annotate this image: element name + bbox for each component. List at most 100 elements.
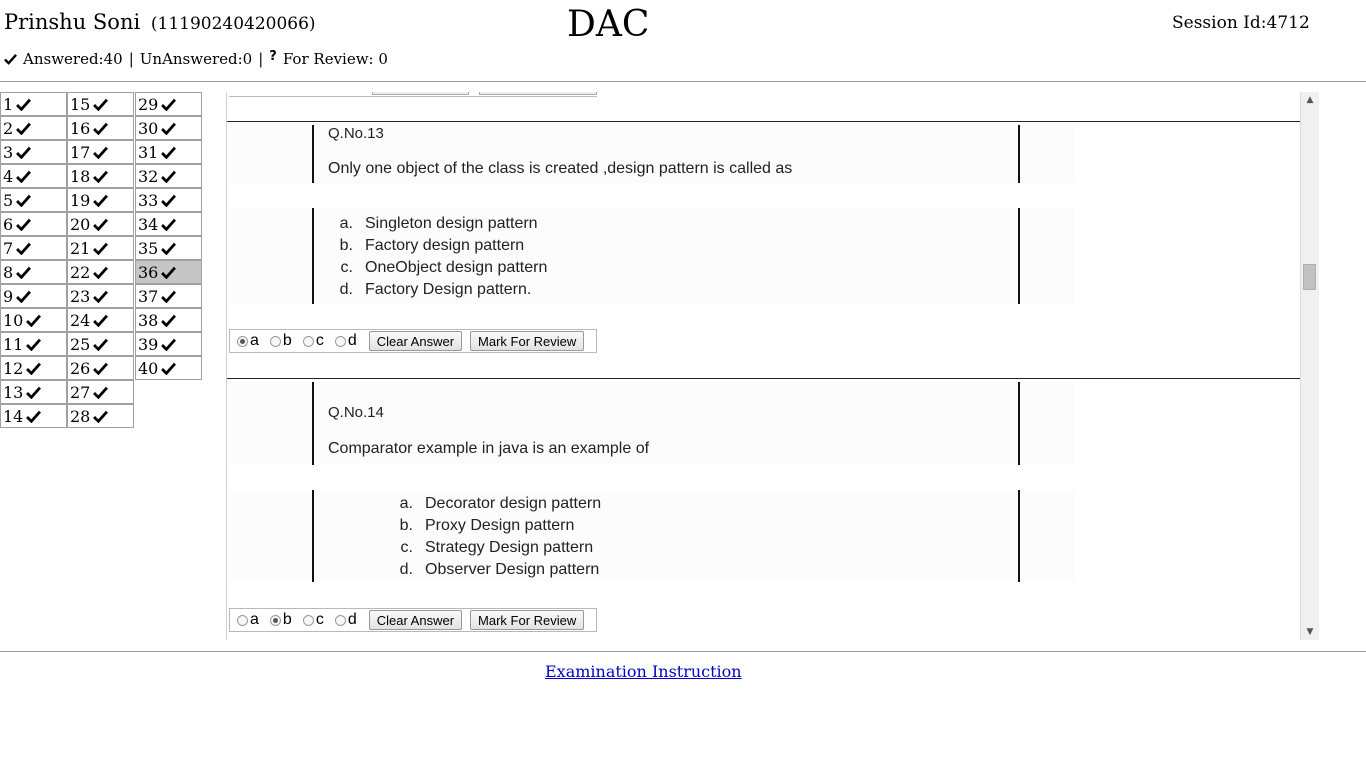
check-icon: [16, 98, 32, 111]
question-border-left: [312, 125, 314, 183]
radio-b[interactable]: [269, 614, 281, 626]
radio-label-b: b: [282, 332, 292, 349]
question-text: Only one object of the class is created …: [328, 160, 793, 177]
question-nav-cell[interactable]: 8: [0, 260, 67, 284]
scroll-thumb[interactable]: [1303, 264, 1316, 290]
question-nav-number: 10: [3, 310, 24, 330]
question-nav-cell[interactable]: 6: [0, 212, 67, 236]
question-nav-number: 38: [138, 310, 159, 330]
option-border-left: [312, 208, 314, 304]
radio-c[interactable]: [302, 335, 314, 347]
question-nav-cell[interactable]: 15: [67, 92, 134, 116]
question-nav-cell[interactable]: 11: [0, 332, 67, 356]
question-nav-number: 28: [70, 406, 91, 426]
check-icon: [93, 122, 109, 135]
question-text: Comparator example in java is an example…: [328, 440, 650, 457]
question-nav-cell[interactable]: 16: [67, 116, 134, 140]
question-nav-cell[interactable]: 25: [67, 332, 134, 356]
option-border-left: [312, 490, 314, 582]
question-nav-cell[interactable]: 26: [67, 356, 134, 380]
previous-clear-button[interactable]: [372, 92, 469, 95]
mark-for-review-button[interactable]: Mark For Review: [470, 610, 585, 630]
question-nav-cell[interactable]: 39: [135, 332, 202, 356]
scroll-down-icon[interactable]: ▼: [1301, 624, 1319, 640]
question-nav-cell[interactable]: 31: [135, 140, 202, 164]
question-nav-cell[interactable]: 3: [0, 140, 67, 164]
question-nav-cell[interactable]: 30: [135, 116, 202, 140]
check-icon: [93, 242, 109, 255]
question-nav-cell[interactable]: 20: [67, 212, 134, 236]
check-icon: [4, 54, 17, 65]
question-nav-cell[interactable]: 34: [135, 212, 202, 236]
candidate-roll-number: (11190240420066): [150, 14, 316, 34]
question-border-right: [1018, 382, 1020, 465]
question-nav-cell[interactable]: 33: [135, 188, 202, 212]
option-a: a. Singleton design pattern: [339, 215, 538, 232]
radio-label-a: a: [250, 332, 259, 349]
question-nav-cell[interactable]: 24: [67, 308, 134, 332]
question-nav-number: 8: [3, 262, 14, 282]
option-b: b. Factory design pattern: [339, 237, 525, 254]
question-nav-cell[interactable]: 4: [0, 164, 67, 188]
question-nav-number: 15: [70, 94, 91, 114]
check-icon: [26, 314, 42, 327]
question-nav-number: 2: [3, 118, 14, 138]
question-nav-cell[interactable]: 1: [0, 92, 67, 116]
radio-label-c: c: [315, 332, 324, 349]
question-nav-cell[interactable]: 40: [135, 356, 202, 380]
question-nav-cell[interactable]: 29: [135, 92, 202, 116]
clear-answer-button[interactable]: Clear Answer: [368, 331, 463, 351]
check-icon: [161, 266, 177, 279]
question-nav-cell[interactable]: 10: [0, 308, 67, 332]
question-nav-cell[interactable]: 32: [135, 164, 202, 188]
question-nav-number: 1: [3, 94, 14, 114]
previous-review-button[interactable]: [479, 92, 597, 95]
question-nav-cell[interactable]: 17: [67, 140, 134, 164]
check-icon: [16, 170, 32, 183]
question-nav-cell[interactable]: 5: [0, 188, 67, 212]
question-nav-cell[interactable]: 38: [135, 308, 202, 332]
radio-label-a: a: [250, 611, 259, 628]
question-nav-cell[interactable]: 23: [67, 284, 134, 308]
option-c: c. Strategy Design pattern: [400, 539, 594, 556]
radio-a[interactable]: [237, 335, 248, 347]
question-nav-cell[interactable]: 18: [67, 164, 134, 188]
question-nav-cell[interactable]: 28: [67, 404, 134, 428]
radio-a[interactable]: [237, 614, 248, 626]
question-nav-cell[interactable]: 21: [67, 236, 134, 260]
clear-answer-button[interactable]: Clear Answer: [368, 610, 463, 630]
option-border-right: [1018, 490, 1020, 582]
question-nav-cell[interactable]: 12: [0, 356, 67, 380]
exam-title: DAC: [567, 4, 650, 45]
radio-b[interactable]: [269, 335, 281, 347]
radio-d[interactable]: [334, 335, 346, 347]
question-nav-cell[interactable]: 7: [0, 236, 67, 260]
radio-c[interactable]: [302, 614, 314, 626]
question-nav-cell[interactable]: 36: [135, 260, 202, 284]
question-nav-cell[interactable]: 14: [0, 404, 67, 428]
question-divider: [227, 121, 1301, 122]
question-nav-number: 40: [138, 358, 159, 378]
candidate-name-text: Prinshu Soni: [4, 10, 141, 34]
pane-scrollbar[interactable]: ▲ ▼: [1300, 92, 1319, 640]
question-nav-cell[interactable]: 22: [67, 260, 134, 284]
radio-d[interactable]: [334, 614, 346, 626]
question-14-options: a. Decorator design pattern b. Proxy Desig…: [227, 490, 1075, 582]
examination-instruction-link[interactable]: Examination Instruction: [545, 662, 742, 681]
question-nav-cell[interactable]: 2: [0, 116, 67, 140]
question-nav-cell[interactable]: 27: [67, 380, 134, 404]
question-nav-cell[interactable]: 13: [0, 380, 67, 404]
question-nav-cell[interactable]: 35: [135, 236, 202, 260]
mark-for-review-button[interactable]: Mark For Review: [470, 331, 585, 351]
scroll-up-icon[interactable]: ▲: [1301, 92, 1319, 108]
question-nav-number: 19: [70, 190, 91, 210]
check-icon: [161, 338, 177, 351]
question-nav-cell[interactable]: 37: [135, 284, 202, 308]
candidate-name: Prinshu Soni (11190240420066): [4, 10, 316, 34]
question-mark-icon: ?: [269, 48, 277, 64]
question-nav-cell[interactable]: 9: [0, 284, 67, 308]
question-nav-cell[interactable]: 19: [67, 188, 134, 212]
option-b: b. Proxy Design pattern: [399, 517, 575, 534]
radio-label-c: c: [315, 611, 324, 628]
option-d: d. Factory Design pattern.: [339, 281, 532, 298]
